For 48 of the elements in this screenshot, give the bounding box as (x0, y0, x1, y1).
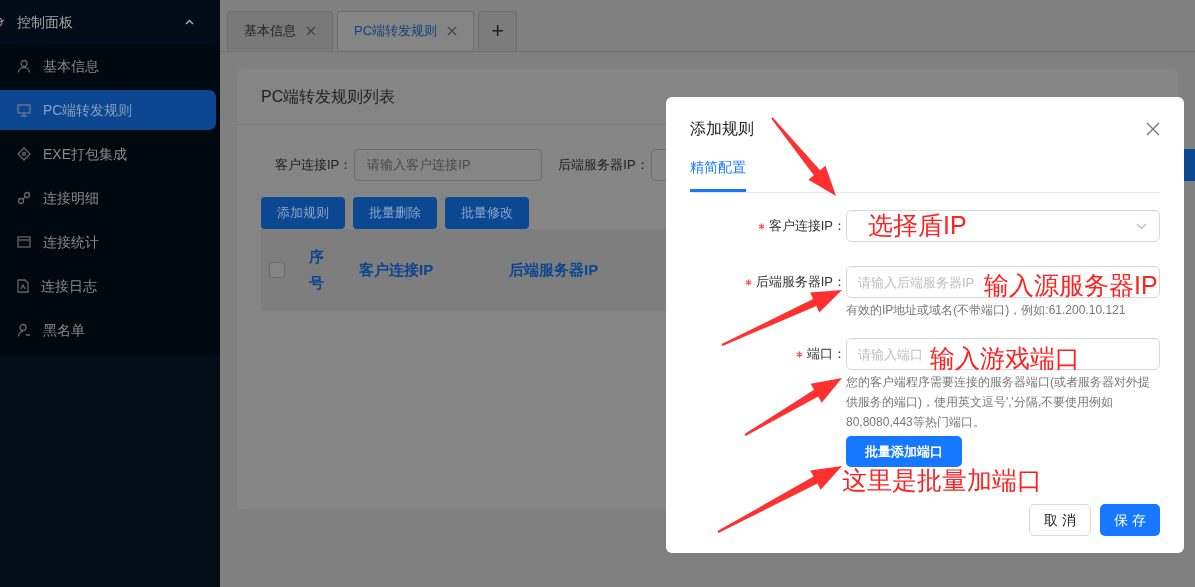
save-button[interactable]: 保 存 (1100, 504, 1160, 536)
user-icon (17, 323, 31, 337)
field-hint: 有效的IP地址或域名(不带端口)，例如:61.200.10.121 (846, 302, 1127, 319)
tab[interactable]: PC端转发规则 (337, 11, 475, 50)
column-header: 后端服务器IP (509, 259, 600, 280)
annotation-text: 选择盾IP (868, 210, 967, 240)
filter-label: 客户连接IP： (275, 156, 353, 175)
field-label: 后端服务器IP： (755, 273, 846, 292)
card-title: PC端转发规则列表 (261, 86, 396, 107)
field-hint: 您的客户端程序需要连接的服务器端口(或者服务器对外提供服务的端口)，使用英文逗号','分隔,不要使用例如80,8080,443等热门端口。 (846, 374, 1151, 431)
add-tab-button[interactable]: + (478, 11, 518, 50)
annotation-text: 输入游戏端口 (930, 343, 1080, 373)
document-icon (17, 279, 29, 293)
diamond-icon (17, 147, 31, 161)
column-header: 客户连接IP (359, 259, 435, 280)
annotation-text: 输入源服务器IP (984, 270, 1158, 300)
close-icon[interactable] (447, 26, 458, 36)
column-header: 序号 (309, 247, 325, 293)
chevron-down-icon (1136, 223, 1147, 229)
close-icon[interactable] (1146, 122, 1160, 136)
annotation-text: 这里是批量加端口 (842, 465, 1042, 495)
tab[interactable]: 精简配置 (690, 157, 746, 192)
sidebar-item[interactable]: EXE打包集成 (0, 134, 216, 174)
sidebar-header[interactable]: 控制面板 (17, 11, 73, 33)
sidebar-item[interactable]: 连接日志 (0, 266, 216, 306)
action-button[interactable]: 添加规则 (261, 197, 345, 229)
filter-label: 后端服务器IP： (558, 156, 649, 175)
sidebar-item[interactable]: PC端转发规则 (0, 90, 216, 130)
field-label: 客户连接IP： (768, 217, 846, 236)
tab[interactable]: 基本信息 (227, 11, 333, 50)
card-icon (17, 236, 31, 248)
sidebar-item[interactable]: 黑名单 (0, 310, 216, 350)
checkbox[interactable] (269, 262, 285, 278)
action-button[interactable]: 批量删除 (353, 197, 437, 229)
monitor-icon (17, 103, 31, 117)
chevron-up-icon[interactable] (185, 19, 194, 25)
sidebar-item[interactable]: 连接统计 (0, 222, 216, 262)
link-icon (17, 191, 31, 205)
sidebar-item[interactable]: 连接明细 (0, 178, 216, 218)
field-label: 端口： (807, 345, 846, 364)
close-icon[interactable] (306, 26, 316, 36)
sidebar-item[interactable]: 基本信息 (0, 46, 216, 86)
dialog-title: 添加规则 (690, 119, 754, 139)
user-icon (17, 59, 31, 73)
select-field[interactable] (846, 210, 1160, 242)
cancel-button[interactable]: 取 消 (1029, 504, 1092, 536)
action-button[interactable]: 批量修改 (445, 197, 529, 229)
batch-add-ports-button[interactable]: 批量添加端口 (846, 436, 962, 467)
